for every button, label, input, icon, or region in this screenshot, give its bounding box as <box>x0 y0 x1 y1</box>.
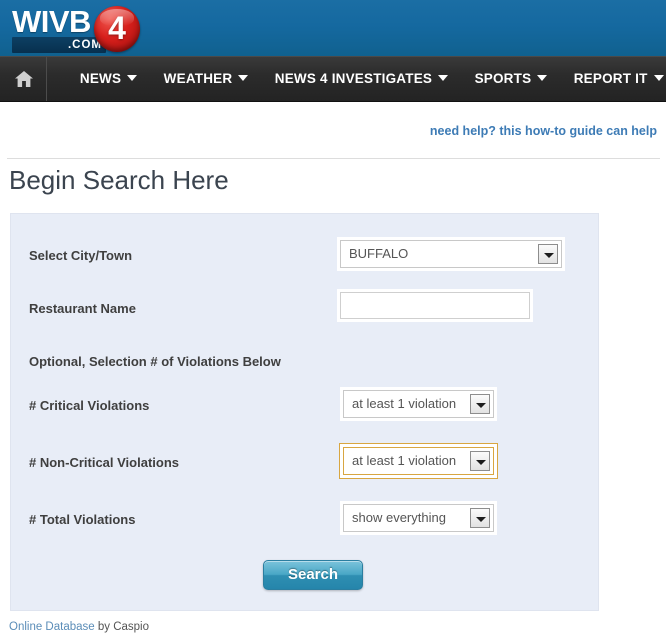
label-restaurant-name: Restaurant Name <box>29 301 136 316</box>
label-noncritical-violations: # Non-Critical Violations <box>29 455 179 470</box>
page-root: WIVB .COM NEWS WEATHER NEWS 4 INVESTIGAT… <box>0 0 666 644</box>
nav-label: REPORT IT <box>574 71 648 86</box>
logo-gloss <box>100 9 134 26</box>
label-total-violations: # Total Violations <box>29 512 135 527</box>
total-violations-select[interactable]: show everything <box>343 504 494 532</box>
search-button[interactable]: Search <box>263 560 363 590</box>
city-select[interactable]: BUFFALO <box>340 240 562 268</box>
chevron-down-icon <box>538 244 558 264</box>
footer-credit: Online Database by Caspio <box>9 621 149 633</box>
restaurant-name-input[interactable] <box>340 292 530 319</box>
nav-item-news[interactable]: NEWS <box>69 57 148 101</box>
critical-violations-select[interactable]: at least 1 violation <box>343 390 494 418</box>
wivb-logo[interactable]: WIVB .COM <box>8 4 148 54</box>
chevron-down-icon <box>438 75 448 81</box>
chevron-down-icon <box>238 75 248 81</box>
chevron-down-icon <box>470 508 490 528</box>
main-navigation: NEWS WEATHER NEWS 4 INVESTIGATES SPORTS … <box>0 56 666 102</box>
noncritical-violations-select[interactable]: at least 1 violation <box>343 447 494 475</box>
nav-item-report-it[interactable]: REPORT IT <box>563 57 666 101</box>
caspio-link[interactable]: Online Database <box>9 621 95 633</box>
how-to-guide-link[interactable]: need help? this how-to guide can help <box>430 124 657 138</box>
nav-home-button[interactable] <box>0 57 47 101</box>
site-banner: WIVB .COM <box>0 0 666 56</box>
home-icon <box>15 71 33 87</box>
logo-domain-text: .COM <box>12 37 106 53</box>
search-form-panel: Select City/Town BUFFALO Restaurant Name… <box>10 213 599 611</box>
page-title: Begin Search Here <box>9 165 229 196</box>
nav-item-weather[interactable]: WEATHER <box>153 57 260 101</box>
chevron-down-icon <box>127 75 137 81</box>
optional-note: Optional, Selection # of Violations Belo… <box>29 354 281 369</box>
chevron-down-icon <box>470 451 490 471</box>
title-divider <box>7 158 660 159</box>
total-violations-value: show everything <box>352 510 446 525</box>
chevron-down-icon <box>537 75 547 81</box>
chevron-down-icon <box>654 75 664 81</box>
nav-item-news-4-investigates[interactable]: NEWS 4 INVESTIGATES <box>264 57 459 101</box>
nav-label: NEWS 4 INVESTIGATES <box>275 71 432 86</box>
critical-violations-value: at least 1 violation <box>352 396 456 411</box>
footer-suffix: by Caspio <box>95 621 149 633</box>
noncritical-violations-value: at least 1 violation <box>352 453 456 468</box>
nav-label: SPORTS <box>475 71 532 86</box>
chevron-down-icon <box>470 394 490 414</box>
label-critical-violations: # Critical Violations <box>29 398 149 413</box>
label-select-city: Select City/Town <box>29 248 132 263</box>
nav-label: NEWS <box>80 71 121 86</box>
city-select-value: BUFFALO <box>349 246 408 261</box>
nav-item-sports[interactable]: SPORTS <box>464 57 559 101</box>
nav-label: WEATHER <box>164 71 233 86</box>
logo-wordmark: WIVB <box>12 6 91 38</box>
